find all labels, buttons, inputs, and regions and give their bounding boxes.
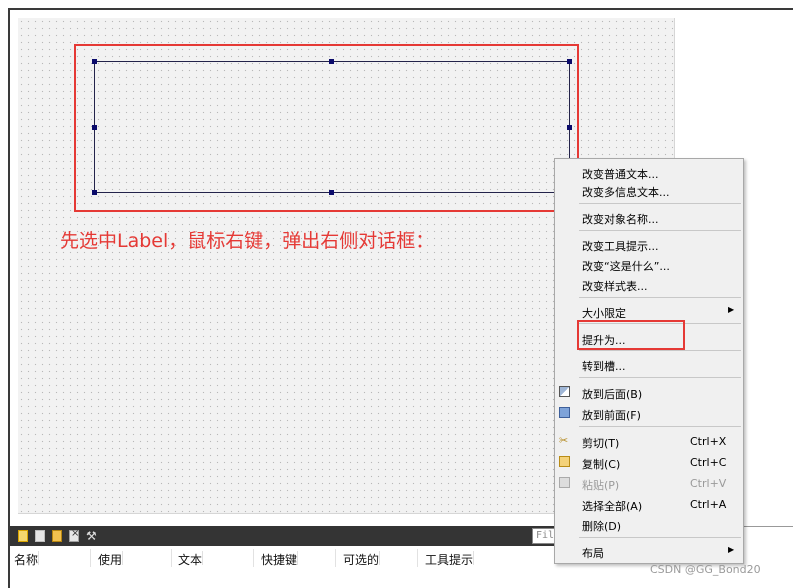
menu-item-change-whats-this[interactable]: 改变“这是什么”... xyxy=(555,254,743,275)
menu-item-label: 粘贴(P) xyxy=(582,479,620,492)
menu-item-delete[interactable]: 删除(D) xyxy=(555,514,743,535)
column-separator xyxy=(253,549,254,567)
menu-item-label: 放到前面(F) xyxy=(582,409,641,422)
instruction-annotation: 先选中Label，鼠标右键，弹出右侧对话框： xyxy=(60,230,435,252)
open-action-icon[interactable] xyxy=(52,530,62,542)
selected-label-widget[interactable] xyxy=(94,61,570,193)
copy-icon xyxy=(559,456,570,467)
resize-handle-bottom-left[interactable] xyxy=(92,190,97,195)
panel-divider xyxy=(743,526,793,527)
cut-icon: ✂ xyxy=(559,434,569,447)
menu-item-change-tooltip[interactable]: 改变工具提示... xyxy=(555,234,743,255)
column-used[interactable]: 使用 xyxy=(98,551,124,567)
menu-item-label: 放到后面(B) xyxy=(582,388,643,401)
resize-handle-right[interactable] xyxy=(567,125,572,130)
menu-separator xyxy=(579,203,741,204)
promote-highlight-box xyxy=(577,320,685,350)
menu-separator xyxy=(579,350,741,351)
menu-item-copy[interactable]: 复制(C) Ctrl+C xyxy=(555,452,743,473)
column-checkable[interactable]: 可选的 xyxy=(343,551,381,567)
menu-separator xyxy=(579,230,741,231)
menu-item-label: 改变“这是什么”... xyxy=(582,260,670,273)
menu-separator xyxy=(579,377,741,378)
menu-item-label: 布局 xyxy=(582,547,604,560)
window-left-border xyxy=(8,8,10,588)
column-separator xyxy=(90,549,91,567)
menu-item-label: 改变工具提示... xyxy=(582,240,659,253)
menu-item-label: 选择全部(A) xyxy=(582,500,643,513)
resize-handle-top-left[interactable] xyxy=(92,59,97,64)
window-top-border xyxy=(8,8,793,10)
paste-icon xyxy=(559,477,570,488)
menu-item-send-to-back[interactable]: 放到后面(B) xyxy=(555,382,743,403)
menu-item-layout[interactable]: 布局 ▶ xyxy=(555,541,743,562)
menu-item-shortcut: Ctrl+A xyxy=(690,498,727,511)
column-shortcut[interactable]: 快捷键 xyxy=(261,551,299,567)
column-text[interactable]: 文本 xyxy=(178,551,204,567)
column-separator xyxy=(417,549,418,567)
menu-item-change-object-name[interactable]: 改变对象名称... xyxy=(555,207,743,228)
menu-item-label: 改变样式表... xyxy=(582,280,648,293)
column-separator xyxy=(335,549,336,567)
submenu-arrow-icon: ▶ xyxy=(728,545,735,554)
menu-item-change-rich-text[interactable]: 改变多信息文本... xyxy=(555,180,743,201)
column-name[interactable]: 名称 xyxy=(14,551,40,567)
submenu-arrow-icon: ▶ xyxy=(728,305,735,314)
delete-action-icon[interactable] xyxy=(69,528,79,542)
menu-item-shortcut: Ctrl+V xyxy=(690,477,727,490)
menu-item-shortcut: Ctrl+X xyxy=(690,435,727,448)
resize-handle-top-right[interactable] xyxy=(567,59,572,64)
menu-item-label: 改变对象名称... xyxy=(582,213,659,226)
resize-handle-left[interactable] xyxy=(92,125,97,130)
menu-separator xyxy=(579,537,741,538)
menu-item-size-constraints[interactable]: 大小限定 ▶ xyxy=(555,301,743,322)
menu-item-go-to-slot[interactable]: 转到槽... xyxy=(555,354,743,375)
action-table-header: 名称 使用 文本 快捷键 可选的 工具提示 xyxy=(10,546,570,568)
menu-item-select-all[interactable]: 选择全部(A) Ctrl+A xyxy=(555,494,743,515)
menu-item-label: 复制(C) xyxy=(582,458,621,471)
new-action-icon[interactable] xyxy=(18,530,28,542)
wrench-icon[interactable]: ⚒ xyxy=(86,530,98,542)
resize-handle-bottom[interactable] xyxy=(329,190,334,195)
menu-item-shortcut: Ctrl+C xyxy=(690,456,727,469)
watermark: CSDN @GG_Bond20 xyxy=(650,563,761,576)
column-separator xyxy=(171,549,172,567)
context-menu: 改变普通文本... 改变多信息文本... 改变对象名称... 改变工具提示...… xyxy=(554,158,744,564)
menu-item-label: 剪切(T) xyxy=(582,437,620,450)
menu-item-bring-to-front[interactable]: 放到前面(F) xyxy=(555,403,743,424)
menu-item-label: 转到槽... xyxy=(582,360,626,373)
action-editor-toolbar: ⚒ xyxy=(10,526,570,546)
menu-item-paste[interactable]: 粘贴(P) Ctrl+V xyxy=(555,473,743,494)
resize-handle-top[interactable] xyxy=(329,59,334,64)
copy-action-icon[interactable] xyxy=(35,530,45,542)
menu-separator xyxy=(579,297,741,298)
menu-item-label: 大小限定 xyxy=(582,307,626,320)
menu-separator xyxy=(579,426,741,427)
bring-front-icon xyxy=(559,407,570,418)
send-back-icon xyxy=(559,386,570,397)
column-tooltip[interactable]: 工具提示 xyxy=(425,551,475,567)
menu-item-label: 改变多信息文本... xyxy=(582,186,670,199)
menu-item-label: 删除(D) xyxy=(582,520,622,533)
menu-item-cut[interactable]: ✂ 剪切(T) Ctrl+X xyxy=(555,431,743,452)
menu-item-change-stylesheet[interactable]: 改变样式表... xyxy=(555,274,743,295)
